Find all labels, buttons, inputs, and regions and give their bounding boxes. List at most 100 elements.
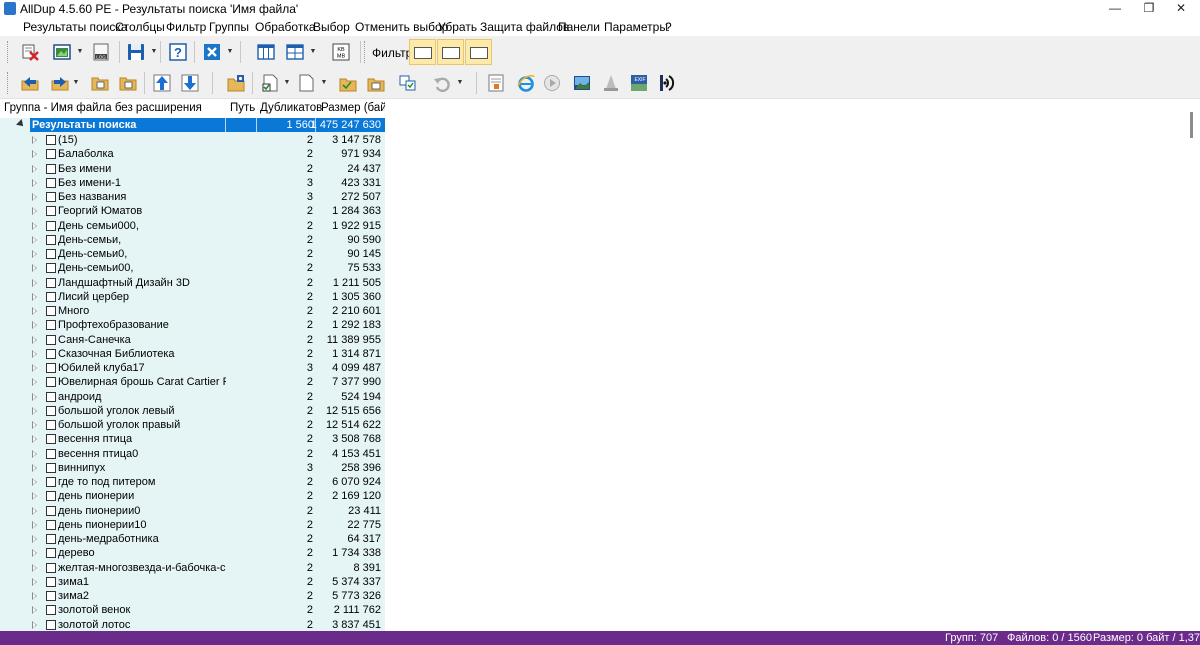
group-row[interactable]: День-семьи00, 2 75 533 xyxy=(0,261,385,275)
cancel-dropdown-icon[interactable]: ▼ xyxy=(226,40,234,64)
group-checkbox[interactable] xyxy=(46,448,56,459)
media-player-button[interactable] xyxy=(540,71,564,95)
group-checkbox[interactable] xyxy=(46,177,56,188)
group-row[interactable]: виннипух 3 258 396 xyxy=(0,461,385,475)
group-checkbox[interactable] xyxy=(46,405,56,416)
group-row[interactable]: Лисий цербер 2 1 305 360 xyxy=(0,290,385,304)
back-button[interactable] xyxy=(18,71,42,95)
group-checkbox[interactable] xyxy=(46,320,56,331)
group-checkbox[interactable] xyxy=(46,420,56,430)
group-row[interactable]: день пионерии 2 2 169 120 xyxy=(0,489,385,503)
expand-icon[interactable] xyxy=(32,235,37,244)
group-row[interactable]: золотой венок 2 2 111 762 xyxy=(0,603,385,617)
group-row[interactable]: большой уголок левый 2 12 515 656 xyxy=(0,404,385,418)
expand-icon[interactable] xyxy=(32,207,37,216)
image-viewer-button[interactable] xyxy=(570,71,594,95)
minimize-button[interactable]: — xyxy=(1100,0,1130,18)
expand-icon[interactable] xyxy=(32,620,37,629)
filter-button-1[interactable] xyxy=(409,39,436,65)
menu-deselect[interactable]: Отменить выбор xyxy=(355,20,448,34)
group-checkbox[interactable] xyxy=(46,434,56,445)
expand-icon[interactable] xyxy=(32,421,37,429)
group-checkbox[interactable] xyxy=(46,519,56,530)
save-button[interactable] xyxy=(124,40,148,64)
vlc-button[interactable] xyxy=(599,71,623,95)
group-checkbox[interactable] xyxy=(46,348,56,359)
group-row[interactable]: желтая-многозвезда-и-бабочка-со-звезд 2 8 … xyxy=(0,561,385,575)
deselect-dropdown-icon[interactable]: ▼ xyxy=(320,71,328,95)
group-row[interactable]: Ювелирная брошь Carat Cartier Ring 2 7 377… xyxy=(0,375,385,389)
compare-button[interactable] xyxy=(396,71,420,95)
group-checkbox[interactable] xyxy=(46,377,56,388)
menu-settings[interactable]: Параметры xyxy=(604,20,668,34)
group-checkbox[interactable] xyxy=(46,234,56,245)
group-row[interactable]: весення птица0 2 4 153 451 xyxy=(0,447,385,461)
group-checkbox[interactable] xyxy=(46,391,56,402)
group-checkbox[interactable] xyxy=(46,548,56,559)
undo-dropdown-icon[interactable]: ▼ xyxy=(456,71,464,95)
collapse-icon[interactable] xyxy=(16,119,26,129)
expand-icon[interactable] xyxy=(32,378,37,387)
delete-files-button[interactable] xyxy=(18,40,42,64)
group-checkbox[interactable] xyxy=(46,605,56,616)
columns-view-1-button[interactable] xyxy=(254,40,278,64)
expand-icon[interactable] xyxy=(32,292,37,301)
expand-icon[interactable] xyxy=(32,549,37,558)
filter-button-3[interactable] xyxy=(465,39,492,65)
expand-icon[interactable] xyxy=(32,406,37,415)
save-dropdown-icon[interactable]: ▼ xyxy=(150,40,158,64)
deselect-button[interactable] xyxy=(294,71,318,95)
expand-icon[interactable] xyxy=(32,392,37,401)
column-header-size[interactable]: Размер (байт) xyxy=(321,102,385,114)
menu-remove[interactable]: Убрать xyxy=(438,20,477,34)
audio-button[interactable] xyxy=(656,71,680,95)
group-row[interactable]: (15) 2 3 147 578 xyxy=(0,133,385,147)
group-row[interactable]: весення птица 2 3 508 768 xyxy=(0,432,385,446)
expand-icon[interactable] xyxy=(32,136,37,144)
group-row[interactable]: Сказочная Библиотека 2 1 314 871 xyxy=(0,347,385,361)
group-row[interactable]: Много 2 2 210 601 xyxy=(0,304,385,318)
group-row[interactable]: день пионерии0 2 23 411 xyxy=(0,504,385,518)
expand-icon[interactable] xyxy=(32,606,37,615)
group-checkbox[interactable] xyxy=(46,149,56,160)
group-row[interactable]: Без имени 2 24 437 xyxy=(0,162,385,176)
menu-file-protection[interactable]: Защита файлов xyxy=(480,20,569,34)
column-header-path[interactable]: Путь xyxy=(230,102,255,114)
expand-icon[interactable] xyxy=(32,492,37,501)
undo-button[interactable] xyxy=(430,71,454,95)
menu-processing[interactable]: Обработка xyxy=(255,20,316,34)
add-folder-button[interactable] xyxy=(88,71,112,95)
group-row[interactable]: Ландшафтный Дизайн 3D 2 1 211 505 xyxy=(0,276,385,290)
toolbar-grip[interactable] xyxy=(7,72,10,94)
menu-filter[interactable]: Фильтр xyxy=(166,20,206,34)
expand-icon[interactable] xyxy=(32,150,37,159)
expand-icon[interactable] xyxy=(32,563,37,572)
kb-mb-button[interactable]: KB MB xyxy=(329,40,353,64)
group-row[interactable]: Саня-Санечка 2 11 389 955 xyxy=(0,333,385,347)
group-checkbox[interactable] xyxy=(46,277,56,288)
text-viewer-button[interactable] xyxy=(484,71,508,95)
expand-icon[interactable] xyxy=(32,250,37,258)
group-row[interactable]: зима2 2 5 773 326 xyxy=(0,589,385,603)
menu-select[interactable]: Выбор xyxy=(313,20,350,34)
export-dropdown-icon[interactable]: ▼ xyxy=(76,40,84,64)
menu-panels[interactable]: Панели xyxy=(558,20,600,34)
expand-icon[interactable] xyxy=(32,264,37,273)
export-button[interactable] xyxy=(50,40,74,64)
group-checkbox[interactable] xyxy=(46,206,56,217)
menu-groups[interactable]: Группы xyxy=(209,20,249,34)
group-checkbox[interactable] xyxy=(46,249,56,259)
help-button[interactable]: ? xyxy=(166,40,190,64)
group-row[interactable]: зима1 2 5 374 337 xyxy=(0,575,385,589)
select-button[interactable] xyxy=(258,71,282,95)
group-checkbox[interactable] xyxy=(46,291,56,302)
group-row[interactable]: где то под питером 2 6 070 924 xyxy=(0,475,385,489)
expand-icon[interactable] xyxy=(32,364,37,372)
menu-columns[interactable]: Столбцы xyxy=(115,20,165,34)
group-checkbox[interactable] xyxy=(46,477,56,487)
group-row[interactable]: Без имени-1 3 423 331 xyxy=(0,176,385,190)
group-row[interactable]: золотой лотос 2 3 837 451 xyxy=(0,618,385,632)
group-row[interactable]: день пионерии10 2 22 775 xyxy=(0,518,385,532)
tree-root-row[interactable]: Результаты поиска 1 560 1 475 247 630 xyxy=(0,118,385,132)
move-up-button[interactable] xyxy=(150,71,174,95)
